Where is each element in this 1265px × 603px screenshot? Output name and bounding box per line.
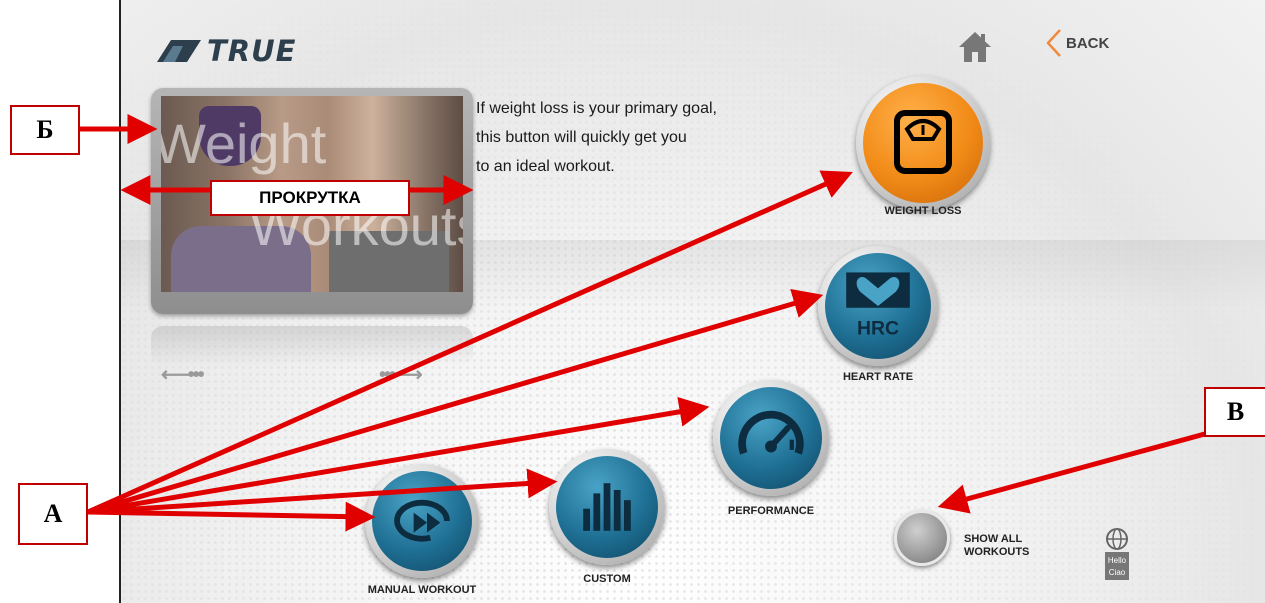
manual-workout-button[interactable] xyxy=(365,464,479,578)
performance-button[interactable] xyxy=(713,380,829,496)
custom-button-face xyxy=(556,456,658,558)
show-all-line1: SHOW ALL xyxy=(964,533,1023,545)
callout-a: А xyxy=(18,483,88,545)
scale-icon xyxy=(894,110,952,174)
scroll-right-icon[interactable]: •••⟶ xyxy=(379,362,423,387)
performance-button-face xyxy=(720,387,822,489)
show-all-line2: WORKOUTS xyxy=(964,546,1030,558)
weight-loss-button[interactable] xyxy=(856,76,990,210)
heart-hrc-icon: HRC xyxy=(846,272,910,339)
weight-loss-button-face xyxy=(863,83,983,203)
heart-rate-label: HEART RATE xyxy=(842,371,914,383)
heart-rate-button-face: HRC xyxy=(825,253,931,359)
custom-button[interactable] xyxy=(549,449,665,565)
globe-icon: Hello Ciao xyxy=(1105,528,1129,580)
manual-workout-button-face xyxy=(372,471,472,571)
home-button[interactable] xyxy=(957,30,993,64)
show-all-workouts-label: SHOW ALL WORKOUTS xyxy=(964,533,1029,559)
scroll-left-icon[interactable]: ⟵••• xyxy=(161,362,205,387)
heart-rate-button[interactable]: HRC xyxy=(818,246,938,366)
video-reflection xyxy=(151,326,473,366)
description-line: this button will quickly get you xyxy=(476,129,687,146)
kiosk-screen: TRUE BACK Weight Workouts ⟵••• •••⟶ If w… xyxy=(119,0,1265,603)
fast-forward-icon xyxy=(394,499,450,542)
show-all-workouts-button[interactable] xyxy=(894,510,950,566)
hrc-icon-text: HRC xyxy=(857,317,899,339)
video-title-line1: Weight xyxy=(161,112,327,175)
back-button[interactable]: BACK xyxy=(1045,28,1109,58)
scroll-label: ПРОКРУТКА xyxy=(210,180,410,216)
language-button[interactable]: Hello Ciao xyxy=(1103,528,1131,582)
callout-v: В xyxy=(1204,387,1265,437)
workout-description: If weight loss is your primary goal, thi… xyxy=(476,94,806,181)
performance-label: PERFORMANCE xyxy=(727,505,815,517)
gauge-icon xyxy=(738,410,804,455)
language-ciao: Ciao xyxy=(1109,568,1126,577)
custom-label: CUSTOM xyxy=(583,573,631,585)
weight-loss-label: WEIGHT LOSS xyxy=(884,205,962,217)
logo-mark-icon xyxy=(157,40,201,62)
manual-workout-label: MANUAL WORKOUT xyxy=(367,584,477,596)
logo-text: TRUE xyxy=(207,34,297,68)
language-hello: Hello xyxy=(1108,556,1127,565)
back-chevron-icon xyxy=(1046,29,1061,57)
home-icon xyxy=(959,32,991,62)
bars-icon xyxy=(583,483,631,531)
true-logo: TRUE xyxy=(157,34,327,68)
back-label: BACK xyxy=(1066,34,1110,52)
description-line: to an ideal workout. xyxy=(476,158,615,175)
callout-b: Б xyxy=(10,105,80,155)
description-line: If weight loss is your primary goal, xyxy=(476,100,717,117)
